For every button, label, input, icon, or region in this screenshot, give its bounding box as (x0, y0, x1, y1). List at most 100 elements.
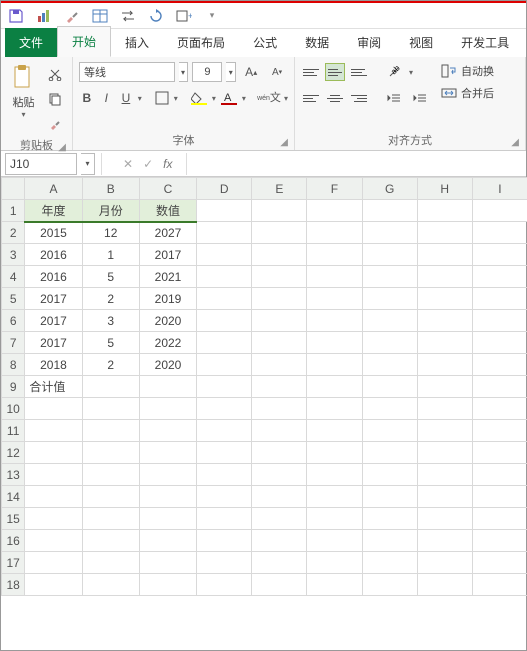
cell[interactable] (197, 354, 252, 376)
cell[interactable] (25, 552, 82, 574)
format-painter-icon[interactable] (44, 113, 66, 135)
cell[interactable]: 2020 (139, 310, 196, 332)
cell[interactable] (252, 200, 307, 222)
row-header[interactable]: 12 (2, 442, 25, 464)
cell[interactable] (362, 574, 417, 596)
qat-dropdown-icon[interactable]: ▾ (203, 7, 221, 25)
row-header[interactable]: 18 (2, 574, 25, 596)
cell[interactable] (307, 464, 362, 486)
cell[interactable]: 2018 (25, 354, 82, 376)
decrease-font-icon[interactable]: A▾ (266, 61, 288, 83)
font-name-combo[interactable]: 等线 (79, 62, 175, 82)
cell[interactable] (307, 288, 362, 310)
cell[interactable] (252, 508, 307, 530)
increase-indent-icon[interactable] (409, 87, 431, 109)
cell[interactable] (472, 464, 527, 486)
row-header[interactable]: 3 (2, 244, 25, 266)
cell[interactable] (417, 398, 472, 420)
cell[interactable]: 合计值 (25, 376, 82, 398)
cell[interactable] (139, 464, 196, 486)
cell[interactable] (472, 442, 527, 464)
cell[interactable] (139, 552, 196, 574)
merge-center-button[interactable]: 合并后 (441, 85, 494, 101)
cell[interactable] (472, 222, 527, 244)
cell[interactable] (417, 354, 472, 376)
cell[interactable] (82, 508, 139, 530)
cell[interactable] (252, 354, 307, 376)
cell[interactable] (82, 398, 139, 420)
cell[interactable] (252, 376, 307, 398)
cell[interactable] (472, 200, 527, 222)
cell[interactable] (417, 464, 472, 486)
cell[interactable] (252, 222, 307, 244)
cell[interactable] (362, 200, 417, 222)
copy-icon[interactable] (44, 88, 66, 110)
save-icon[interactable] (7, 7, 25, 25)
row-header[interactable]: 2 (2, 222, 25, 244)
cell[interactable]: 5 (82, 266, 139, 288)
cell[interactable] (362, 398, 417, 420)
cell[interactable] (82, 442, 139, 464)
cell[interactable] (197, 552, 252, 574)
row-header[interactable]: 17 (2, 552, 25, 574)
cell[interactable] (362, 288, 417, 310)
cell[interactable] (307, 376, 362, 398)
cell[interactable]: 年度 (25, 200, 82, 222)
cell[interactable] (417, 442, 472, 464)
cell[interactable] (252, 244, 307, 266)
cell[interactable]: 2027 (139, 222, 196, 244)
chevron-down-icon[interactable]: ▾ (179, 62, 189, 82)
align-center-icon[interactable] (325, 89, 345, 107)
cell[interactable] (472, 310, 527, 332)
cell[interactable] (82, 464, 139, 486)
tab-home[interactable]: 开始 (57, 26, 111, 57)
tab-file[interactable]: 文件 (5, 28, 57, 57)
cell[interactable] (307, 200, 362, 222)
cell[interactable] (417, 376, 472, 398)
wrap-text-button[interactable]: 自动换 (441, 63, 494, 79)
cell[interactable] (362, 530, 417, 552)
row-header[interactable]: 14 (2, 486, 25, 508)
cell[interactable] (362, 266, 417, 288)
cell[interactable] (362, 244, 417, 266)
cell[interactable] (252, 398, 307, 420)
cell[interactable] (197, 530, 252, 552)
cell[interactable] (252, 442, 307, 464)
paste-button[interactable]: 粘贴 ▾ (7, 61, 40, 121)
cell[interactable]: 2020 (139, 354, 196, 376)
cell[interactable]: 3 (82, 310, 139, 332)
cell[interactable] (472, 288, 527, 310)
cell[interactable]: 2021 (139, 266, 196, 288)
cell[interactable] (472, 398, 527, 420)
cell[interactable] (472, 552, 527, 574)
column-header[interactable]: A (25, 178, 82, 200)
cell[interactable] (307, 552, 362, 574)
cell[interactable] (25, 508, 82, 530)
tab-data[interactable]: 数据 (291, 28, 343, 57)
cell[interactable] (25, 574, 82, 596)
tab-formulas[interactable]: 公式 (239, 28, 291, 57)
border-icon[interactable] (154, 87, 170, 109)
insert-function-icon[interactable]: fx (163, 157, 172, 171)
font-size-combo[interactable]: 9 (192, 62, 222, 82)
cancel-icon[interactable]: ✕ (123, 157, 133, 171)
cell[interactable]: 数值 (139, 200, 196, 222)
chevron-down-icon[interactable]: ▾ (226, 62, 236, 82)
sheet-table[interactable]: A B C D E F G H I 1 年度 月份 数值 22015122027… (1, 177, 527, 596)
cell[interactable] (82, 530, 139, 552)
cell[interactable] (472, 376, 527, 398)
cell[interactable] (417, 552, 472, 574)
cell[interactable] (197, 332, 252, 354)
align-bottom-icon[interactable] (349, 63, 369, 81)
cell[interactable] (417, 486, 472, 508)
tab-page-layout[interactable]: 页面布局 (163, 28, 239, 57)
cell[interactable] (139, 530, 196, 552)
cell[interactable] (417, 200, 472, 222)
cell[interactable] (417, 266, 472, 288)
cut-icon[interactable] (44, 63, 66, 85)
column-header[interactable]: F (307, 178, 362, 200)
row-header[interactable]: 16 (2, 530, 25, 552)
cell[interactable] (307, 508, 362, 530)
cell[interactable] (82, 376, 139, 398)
cell[interactable] (307, 486, 362, 508)
